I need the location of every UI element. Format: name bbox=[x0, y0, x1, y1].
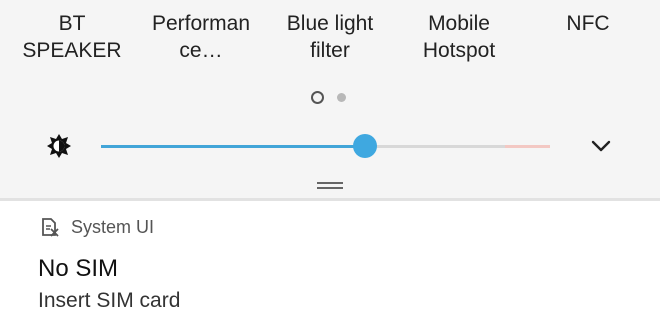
tile-blue-light-filter[interactable]: Blue light filter bbox=[270, 10, 390, 64]
brightness-slider-thumb[interactable] bbox=[353, 134, 377, 158]
notification-text: Insert SIM card bbox=[38, 289, 181, 312]
tile-performance[interactable]: Performan ce… bbox=[141, 10, 261, 64]
brightness-slider-fill[interactable] bbox=[101, 145, 365, 148]
brightness-slider-high-zone[interactable] bbox=[505, 145, 550, 148]
page-indicator-active[interactable] bbox=[311, 91, 324, 104]
quick-settings-panel: BT SPEAKER Performan ce… Blue light filt… bbox=[0, 0, 660, 198]
tile-mobile-hotspot[interactable]: Mobile Hotspot bbox=[399, 10, 519, 64]
drag-handle[interactable] bbox=[317, 182, 343, 191]
tile-nfc[interactable]: NFC bbox=[528, 10, 648, 37]
tile-bt-speaker[interactable]: BT SPEAKER bbox=[12, 10, 132, 64]
sim-card-icon bbox=[42, 218, 59, 237]
notification-title: No SIM bbox=[38, 255, 119, 282]
brightness-icon bbox=[47, 134, 71, 158]
panel-divider bbox=[0, 198, 660, 201]
page-indicator-inactive[interactable] bbox=[337, 93, 346, 102]
chevron-down-icon[interactable] bbox=[589, 136, 613, 156]
notification-app-name: System UI bbox=[71, 217, 155, 237]
brightness-slider-track[interactable] bbox=[365, 145, 505, 148]
